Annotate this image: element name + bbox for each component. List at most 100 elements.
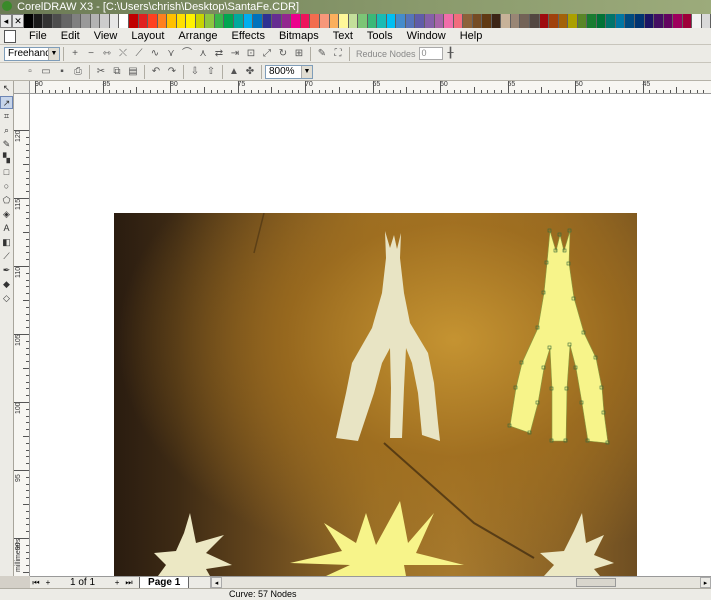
menu-edit[interactable]: Edit: [54, 30, 87, 42]
color-swatch[interactable]: [358, 14, 368, 28]
color-swatch[interactable]: [491, 14, 502, 28]
text-tool-icon[interactable]: A: [0, 222, 13, 235]
menu-file[interactable]: File: [22, 30, 54, 42]
to-line-icon[interactable]: ⟋: [132, 47, 146, 61]
color-swatch[interactable]: [310, 14, 320, 28]
cut-icon[interactable]: ✂: [94, 65, 108, 79]
smart-fill-tool-icon[interactable]: ▚: [0, 152, 13, 165]
color-swatch[interactable]: [90, 14, 101, 28]
color-swatch[interactable]: [520, 14, 530, 28]
slider-icon[interactable]: ╂: [444, 47, 458, 61]
menu-effects[interactable]: Effects: [225, 30, 272, 42]
extend-curve-icon[interactable]: ⇥: [228, 47, 242, 61]
scroll-thumb[interactable]: [576, 578, 616, 587]
color-swatch[interactable]: [52, 14, 63, 28]
reduce-nodes-button[interactable]: Reduce Nodes: [356, 49, 416, 59]
first-page-icon[interactable]: ⏮: [30, 578, 42, 588]
symmetric-node-icon[interactable]: ⋏: [196, 47, 210, 61]
color-swatch[interactable]: [663, 14, 674, 28]
color-swatch[interactable]: [701, 14, 711, 28]
color-swatch[interactable]: [291, 14, 301, 28]
color-swatch[interactable]: [43, 14, 53, 28]
color-swatch[interactable]: [319, 14, 330, 28]
color-swatch[interactable]: [109, 14, 120, 28]
color-swatch[interactable]: [635, 14, 645, 28]
color-swatch[interactable]: [348, 14, 359, 28]
color-swatch[interactable]: [262, 14, 273, 28]
color-swatch[interactable]: [682, 14, 693, 28]
menu-help[interactable]: Help: [453, 30, 490, 42]
horizontal-scrollbar[interactable]: ◂ ▸: [210, 577, 711, 588]
join-nodes-icon[interactable]: ⇿: [100, 47, 114, 61]
color-swatch[interactable]: [463, 14, 473, 28]
color-swatch[interactable]: [587, 14, 597, 28]
elastic-mode-icon[interactable]: ✎: [315, 47, 329, 61]
color-swatch[interactable]: [472, 14, 483, 28]
paste-icon[interactable]: ▤: [126, 65, 140, 79]
color-swatch[interactable]: [367, 14, 378, 28]
horizontal-ruler[interactable]: 90 85 80 75 70 65 60 55 50 45: [30, 81, 711, 94]
color-swatch[interactable]: [234, 14, 244, 28]
color-swatch[interactable]: [119, 14, 130, 28]
color-swatch[interactable]: [138, 14, 149, 28]
import-icon[interactable]: ⇩: [188, 65, 202, 79]
smooth-node-icon[interactable]: ⌒: [180, 47, 194, 61]
menu-tools[interactable]: Tools: [360, 30, 400, 42]
pick-tool-icon[interactable]: ↖: [0, 82, 13, 95]
menu-window[interactable]: Window: [400, 30, 453, 42]
color-swatch[interactable]: [625, 14, 635, 28]
add-node-icon[interactable]: +: [68, 47, 82, 61]
color-swatch[interactable]: [434, 14, 445, 28]
color-swatch[interactable]: [24, 14, 34, 28]
color-swatch[interactable]: [482, 14, 492, 28]
ellipse-tool-icon[interactable]: ○: [0, 180, 13, 193]
ruler-origin[interactable]: [14, 81, 30, 94]
stretch-nodes-icon[interactable]: ⤢: [260, 47, 274, 61]
color-swatch[interactable]: [339, 14, 349, 28]
break-curve-icon[interactable]: ⤬: [116, 47, 130, 61]
to-curve-icon[interactable]: ∿: [148, 47, 162, 61]
outline-tool-icon[interactable]: ✒: [0, 264, 13, 277]
color-swatch[interactable]: [100, 14, 110, 28]
menu-layout[interactable]: Layout: [124, 30, 171, 42]
rectangle-tool-icon[interactable]: □: [0, 166, 13, 179]
zoom-tool-icon[interactable]: ⌕: [0, 124, 13, 137]
color-swatch[interactable]: [157, 14, 168, 28]
color-swatch[interactable]: [424, 14, 435, 28]
menu-bitmaps[interactable]: Bitmaps: [272, 30, 326, 42]
color-swatch[interactable]: [300, 14, 311, 28]
fill-tool-icon[interactable]: ◆: [0, 278, 13, 291]
color-swatch[interactable]: [205, 14, 215, 28]
color-swatch[interactable]: [606, 14, 616, 28]
redo-icon[interactable]: ↷: [165, 65, 179, 79]
menu-view[interactable]: View: [87, 30, 125, 42]
scroll-right-icon[interactable]: ▸: [700, 577, 711, 588]
align-nodes-icon[interactable]: ⊞: [292, 47, 306, 61]
color-swatch[interactable]: [214, 14, 225, 28]
welcome-screen-icon[interactable]: ✤: [243, 65, 257, 79]
color-swatch[interactable]: [186, 14, 196, 28]
color-swatch[interactable]: [568, 14, 578, 28]
color-swatch[interactable]: [176, 14, 187, 28]
color-swatch[interactable]: [396, 14, 406, 28]
interactive-blend-tool-icon[interactable]: ◧: [0, 236, 13, 249]
curve-style-select[interactable]: Freehand ▼: [4, 46, 60, 61]
color-swatch[interactable]: [615, 14, 626, 28]
palette-scroll-icon[interactable]: ◂: [0, 14, 12, 28]
next-page-icon[interactable]: +: [111, 578, 123, 587]
save-icon[interactable]: ▪: [55, 65, 69, 79]
export-icon[interactable]: ⇧: [204, 65, 218, 79]
open-icon[interactable]: ▭: [39, 65, 53, 79]
color-swatch[interactable]: [195, 14, 206, 28]
traced-curve[interactable]: [507, 228, 610, 445]
polygon-tool-icon[interactable]: ⬠: [0, 194, 13, 207]
last-page-icon[interactable]: ⏭: [123, 578, 135, 588]
color-swatch[interactable]: [129, 14, 139, 28]
petroglyph-bitmap[interactable]: [114, 213, 637, 576]
application-launcher-icon[interactable]: ▲: [227, 65, 241, 79]
color-swatch[interactable]: [539, 14, 550, 28]
extract-subpath-icon[interactable]: ⊡: [244, 47, 258, 61]
color-swatch[interactable]: [329, 14, 340, 28]
color-swatch[interactable]: [71, 14, 82, 28]
color-swatch[interactable]: [415, 14, 425, 28]
